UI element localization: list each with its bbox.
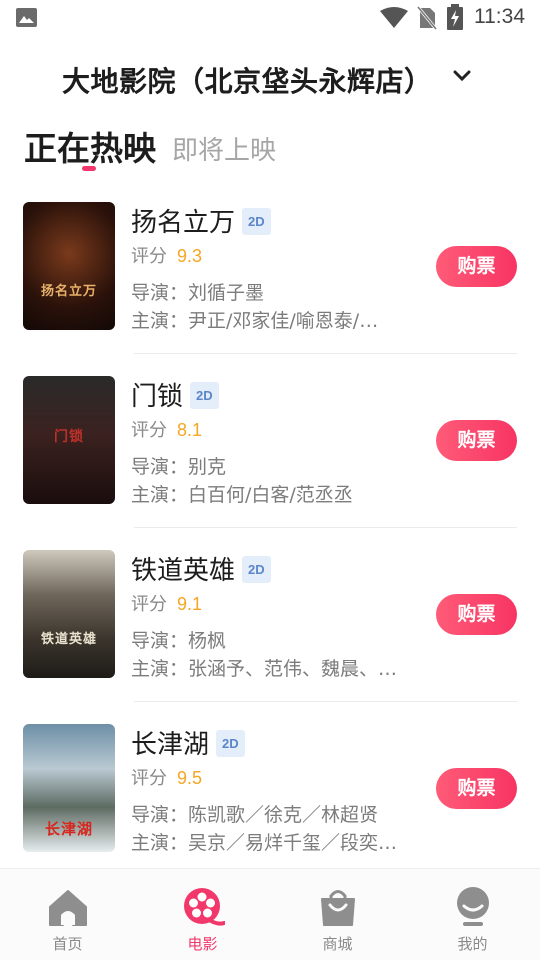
divider — [134, 353, 517, 354]
movie-director: 导演：杨枫 — [131, 630, 227, 652]
nav-home[interactable]: 首页 — [0, 869, 135, 960]
score-label: 评分 — [131, 594, 167, 615]
profile-icon — [457, 887, 489, 926]
movie-item[interactable]: 门锁 门锁 2D 评分 8.1 导演：别克 主演：白百何/白客/范丞丞 购票 — [0, 370, 540, 544]
format-badge: 2D — [216, 730, 245, 757]
shopping-bag-icon — [321, 890, 355, 926]
movie-item[interactable]: 扬名立万 扬名立万 2D 评分 9.3 导演：刘循子墨 主演：尹正/邓家佳/喻恩泰… — [0, 196, 540, 370]
score-value: 9.3 — [177, 246, 203, 266]
divider — [134, 701, 517, 702]
score-label: 评分 — [131, 420, 167, 441]
cinema-selector[interactable]: 大地影院（北京垡头永辉店） — [0, 56, 540, 104]
film-reel-icon — [184, 888, 225, 926]
movie-director: 导演：别克 — [131, 456, 227, 478]
movie-score: 评分 9.3 — [131, 242, 202, 268]
buy-ticket-button[interactable]: 购票 — [436, 420, 517, 461]
nav-movies[interactable]: 电影 — [135, 869, 270, 960]
wifi-icon — [380, 7, 408, 28]
movie-cast: 主演：张涵予、范伟、魏晨、… — [131, 658, 398, 680]
movie-title[interactable]: 长津湖 — [131, 724, 209, 761]
movie-score: 评分 8.1 — [131, 416, 202, 442]
status-time: 11:34 — [474, 5, 525, 28]
movie-tabs: 正在热映 即将上映 — [0, 120, 540, 180]
chevron-down-icon[interactable] — [453, 70, 471, 82]
score-label: 评分 — [131, 768, 167, 789]
movie-score: 评分 9.1 — [131, 590, 202, 616]
status-bar: 11:34 — [0, 0, 540, 36]
movie-poster[interactable]: 扬名立万 — [23, 202, 115, 330]
bottom-nav: 首页 电影 商城 我的 — [0, 868, 540, 960]
gallery-notification-icon — [16, 8, 37, 27]
poster-title: 铁道英雄 — [40, 632, 97, 647]
buy-ticket-button[interactable]: 购票 — [436, 246, 517, 287]
poster-title: 扬名立万 — [40, 284, 97, 299]
movie-poster[interactable]: 铁道英雄 — [23, 550, 115, 678]
movie-director: 导演：陈凯歌／徐克／林超贤 — [131, 804, 379, 826]
score-value: 9.5 — [177, 768, 203, 788]
movie-title[interactable]: 扬名立万 — [131, 202, 235, 239]
nav-label: 电影 — [187, 935, 218, 953]
format-badge: 2D — [242, 208, 271, 235]
buy-ticket-button[interactable]: 购票 — [436, 768, 517, 809]
score-value: 9.1 — [177, 594, 203, 614]
score-label: 评分 — [131, 246, 167, 267]
nav-mall[interactable]: 商城 — [270, 869, 405, 960]
tab-active-indicator — [82, 166, 96, 171]
nav-label: 首页 — [52, 935, 83, 953]
movie-cast: 主演：尹正/邓家佳/喻恩泰/… — [131, 310, 379, 332]
tab-now-showing[interactable]: 正在热映 — [24, 122, 156, 170]
poster-title: 长津湖 — [44, 820, 93, 838]
movie-item[interactable]: 铁道英雄 铁道英雄 2D 评分 9.1 导演：杨枫 主演：张涵予、范伟、魏晨、… … — [0, 544, 540, 718]
score-value: 8.1 — [177, 420, 203, 440]
nav-label: 我的 — [457, 935, 488, 953]
movie-title[interactable]: 铁道英雄 — [131, 550, 235, 587]
movie-score: 评分 9.5 — [131, 764, 202, 790]
format-badge: 2D — [190, 382, 219, 409]
movie-poster[interactable]: 长津湖 — [23, 724, 115, 852]
movie-cast: 主演：吴京／易烊千玺／段奕… — [131, 832, 398, 854]
poster-title: 门锁 — [54, 429, 84, 445]
no-sim-icon — [417, 6, 437, 30]
movie-cast: 主演：白百何/白客/范丞丞 — [131, 484, 353, 506]
home-icon — [49, 890, 87, 926]
tab-coming-soon[interactable]: 即将上映 — [172, 130, 276, 167]
format-badge: 2D — [242, 556, 271, 583]
nav-label: 商城 — [322, 935, 353, 953]
movie-director: 导演：刘循子墨 — [131, 282, 265, 304]
movie-item[interactable]: 长津湖 长津湖 2D 评分 9.5 导演：陈凯歌／徐克／林超贤 主演：吴京／易烊千… — [0, 718, 540, 892]
buy-ticket-button[interactable]: 购票 — [436, 594, 517, 635]
battery-charging-icon — [447, 4, 463, 30]
cinema-name: 大地影院（北京垡头永辉店） — [62, 65, 433, 98]
nav-profile[interactable]: 我的 — [405, 869, 540, 960]
movie-title[interactable]: 门锁 — [131, 376, 183, 413]
divider — [134, 527, 517, 528]
movie-poster[interactable]: 门锁 — [23, 376, 115, 504]
